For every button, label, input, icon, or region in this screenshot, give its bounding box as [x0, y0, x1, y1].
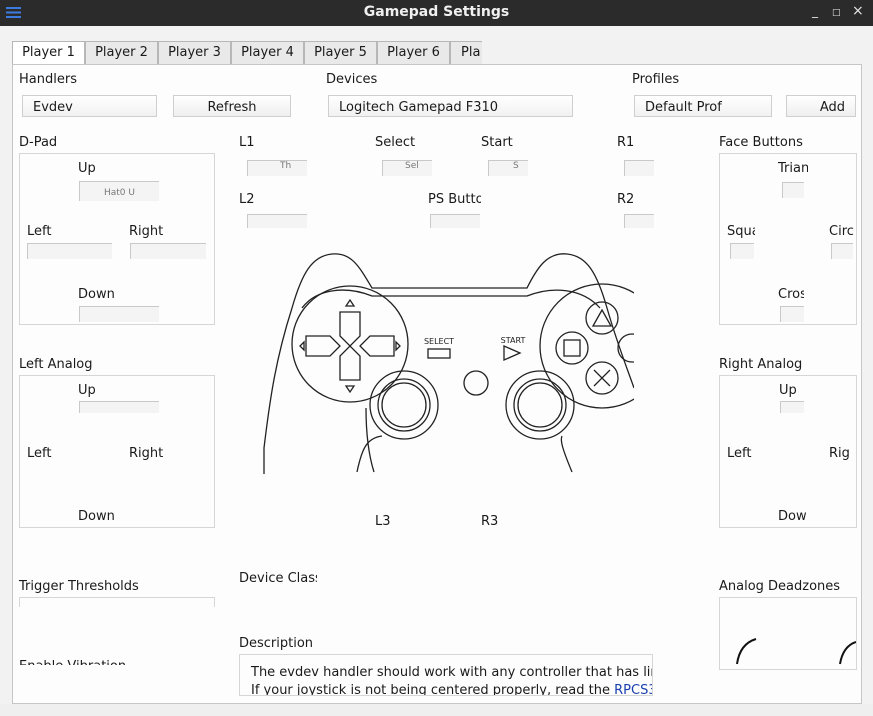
deadzone-preview	[736, 638, 856, 665]
l2-button[interactable]	[247, 214, 307, 228]
player-tabs: Player 1 Player 2 Player 3 Player 4 Play…	[12, 41, 482, 65]
face-buttons-label: Face Buttons	[719, 135, 803, 150]
left-analog-left-label: Left	[27, 446, 52, 461]
circle-label: Circ	[829, 224, 854, 239]
select-text: SELECT	[424, 337, 454, 346]
dpad-right-button[interactable]	[130, 243, 206, 259]
ps-button-label: PS Button	[428, 192, 481, 207]
device-class-label: Device Class	[239, 571, 317, 586]
wiki-link[interactable]: RPCS3 Wi	[614, 683, 652, 695]
right-analog-up-label: Up	[779, 383, 797, 398]
square-label: Squa	[727, 224, 755, 239]
dpad-left-button[interactable]	[27, 243, 112, 259]
right-analog-right-label: Rig	[829, 446, 850, 461]
r2-label: R2	[617, 192, 635, 207]
description-line-2-text: If your joystick is not being centered p…	[251, 683, 610, 696]
tab-player-7[interactable]: Pla	[450, 41, 482, 64]
maximize-button[interactable]: □	[832, 8, 841, 18]
triangle-button[interactable]	[782, 182, 804, 198]
tab-player-4[interactable]: Player 4	[231, 41, 304, 64]
close-button[interactable]: ×	[852, 3, 864, 19]
l3-label: L3	[375, 514, 391, 526]
dpad-drawing-group	[299, 298, 401, 394]
l1-label: L1	[239, 135, 255, 150]
left-analog-label: Left Analog	[19, 357, 93, 372]
r1-button[interactable]	[624, 160, 654, 176]
description-line-2: If your joystick is not being centered p…	[251, 683, 652, 696]
dpad-left-label: Left	[27, 224, 52, 239]
left-analog-up-button[interactable]	[79, 401, 159, 413]
dpad-right-label: Right	[129, 224, 164, 239]
l2-label: L2	[239, 192, 255, 207]
left-analog-right-label: Right	[129, 446, 164, 461]
controller-image: SELECT START	[263, 253, 634, 474]
ps-button[interactable]	[430, 214, 480, 228]
left-analog-up-label: Up	[78, 383, 96, 398]
cross-label: Cros	[778, 287, 804, 302]
device-select[interactable]: Logitech Gamepad F310	[328, 95, 573, 117]
triangle-label: Trian	[778, 161, 808, 176]
left-analog-down-label: Down	[78, 509, 115, 523]
dpad-up-button[interactable]: Hat0 U	[79, 181, 159, 201]
description-box: The evdev handler should work with any c…	[239, 654, 653, 696]
dpad-label: D-Pad	[19, 135, 58, 150]
tab-player-2[interactable]: Player 2	[85, 41, 158, 64]
title-bar: Gamepad Settings _ □ ×	[0, 0, 873, 26]
handlers-label: Handlers	[19, 72, 77, 87]
right-analog-down-label: Dow	[778, 509, 807, 523]
vibration-label: Enable Vibration	[19, 659, 139, 665]
description-label: Description	[239, 636, 314, 651]
right-analog-left-label: Left	[727, 446, 752, 461]
handler-select[interactable]: Evdev	[22, 95, 157, 117]
start-button[interactable]: S	[488, 160, 528, 176]
dpad-group	[19, 153, 215, 325]
description-line-1: The evdev handler should work with any c…	[251, 665, 653, 680]
right-analog-label: Right Analog	[719, 357, 803, 372]
dpad-down-label: Down	[78, 287, 115, 302]
trigger-thresholds-group	[19, 597, 215, 607]
tab-player-1[interactable]: Player 1	[12, 41, 85, 65]
tab-player-5[interactable]: Player 5	[304, 41, 377, 64]
minimize-button[interactable]: _	[812, 4, 818, 18]
circle-button[interactable]	[831, 243, 853, 259]
l1-button[interactable]: Th	[247, 160, 307, 176]
right-analog-up-button[interactable]	[780, 401, 804, 413]
window-title: Gamepad Settings	[363, 4, 510, 20]
square-button[interactable]	[730, 243, 754, 259]
r1-label: R1	[617, 135, 635, 150]
r2-button[interactable]	[624, 214, 654, 228]
select-label: Select	[375, 135, 416, 150]
start-text: START	[501, 336, 526, 345]
select-button[interactable]: Sel	[382, 160, 432, 176]
trigger-thresholds-label: Trigger Thresholds	[19, 579, 139, 594]
window-bottom-edge	[0, 704, 873, 716]
dpad-up-label: Up	[78, 161, 96, 176]
tab-player-6[interactable]: Player 6	[377, 41, 450, 64]
analog-deadzones-group	[719, 597, 857, 670]
dpad-down-button[interactable]	[79, 306, 159, 322]
r3-label: R3	[481, 514, 499, 526]
start-label: Start	[481, 135, 513, 150]
devices-label: Devices	[326, 72, 378, 87]
refresh-button[interactable]: Refresh	[173, 95, 291, 117]
add-profile-button[interactable]: Add	[786, 95, 856, 117]
profiles-label: Profiles	[632, 72, 680, 87]
cross-button[interactable]	[780, 306, 804, 322]
profile-select[interactable]: Default Prof	[634, 95, 772, 117]
tab-player-3[interactable]: Player 3	[158, 41, 231, 64]
analog-deadzones-label: Analog Deadzones	[719, 579, 841, 594]
